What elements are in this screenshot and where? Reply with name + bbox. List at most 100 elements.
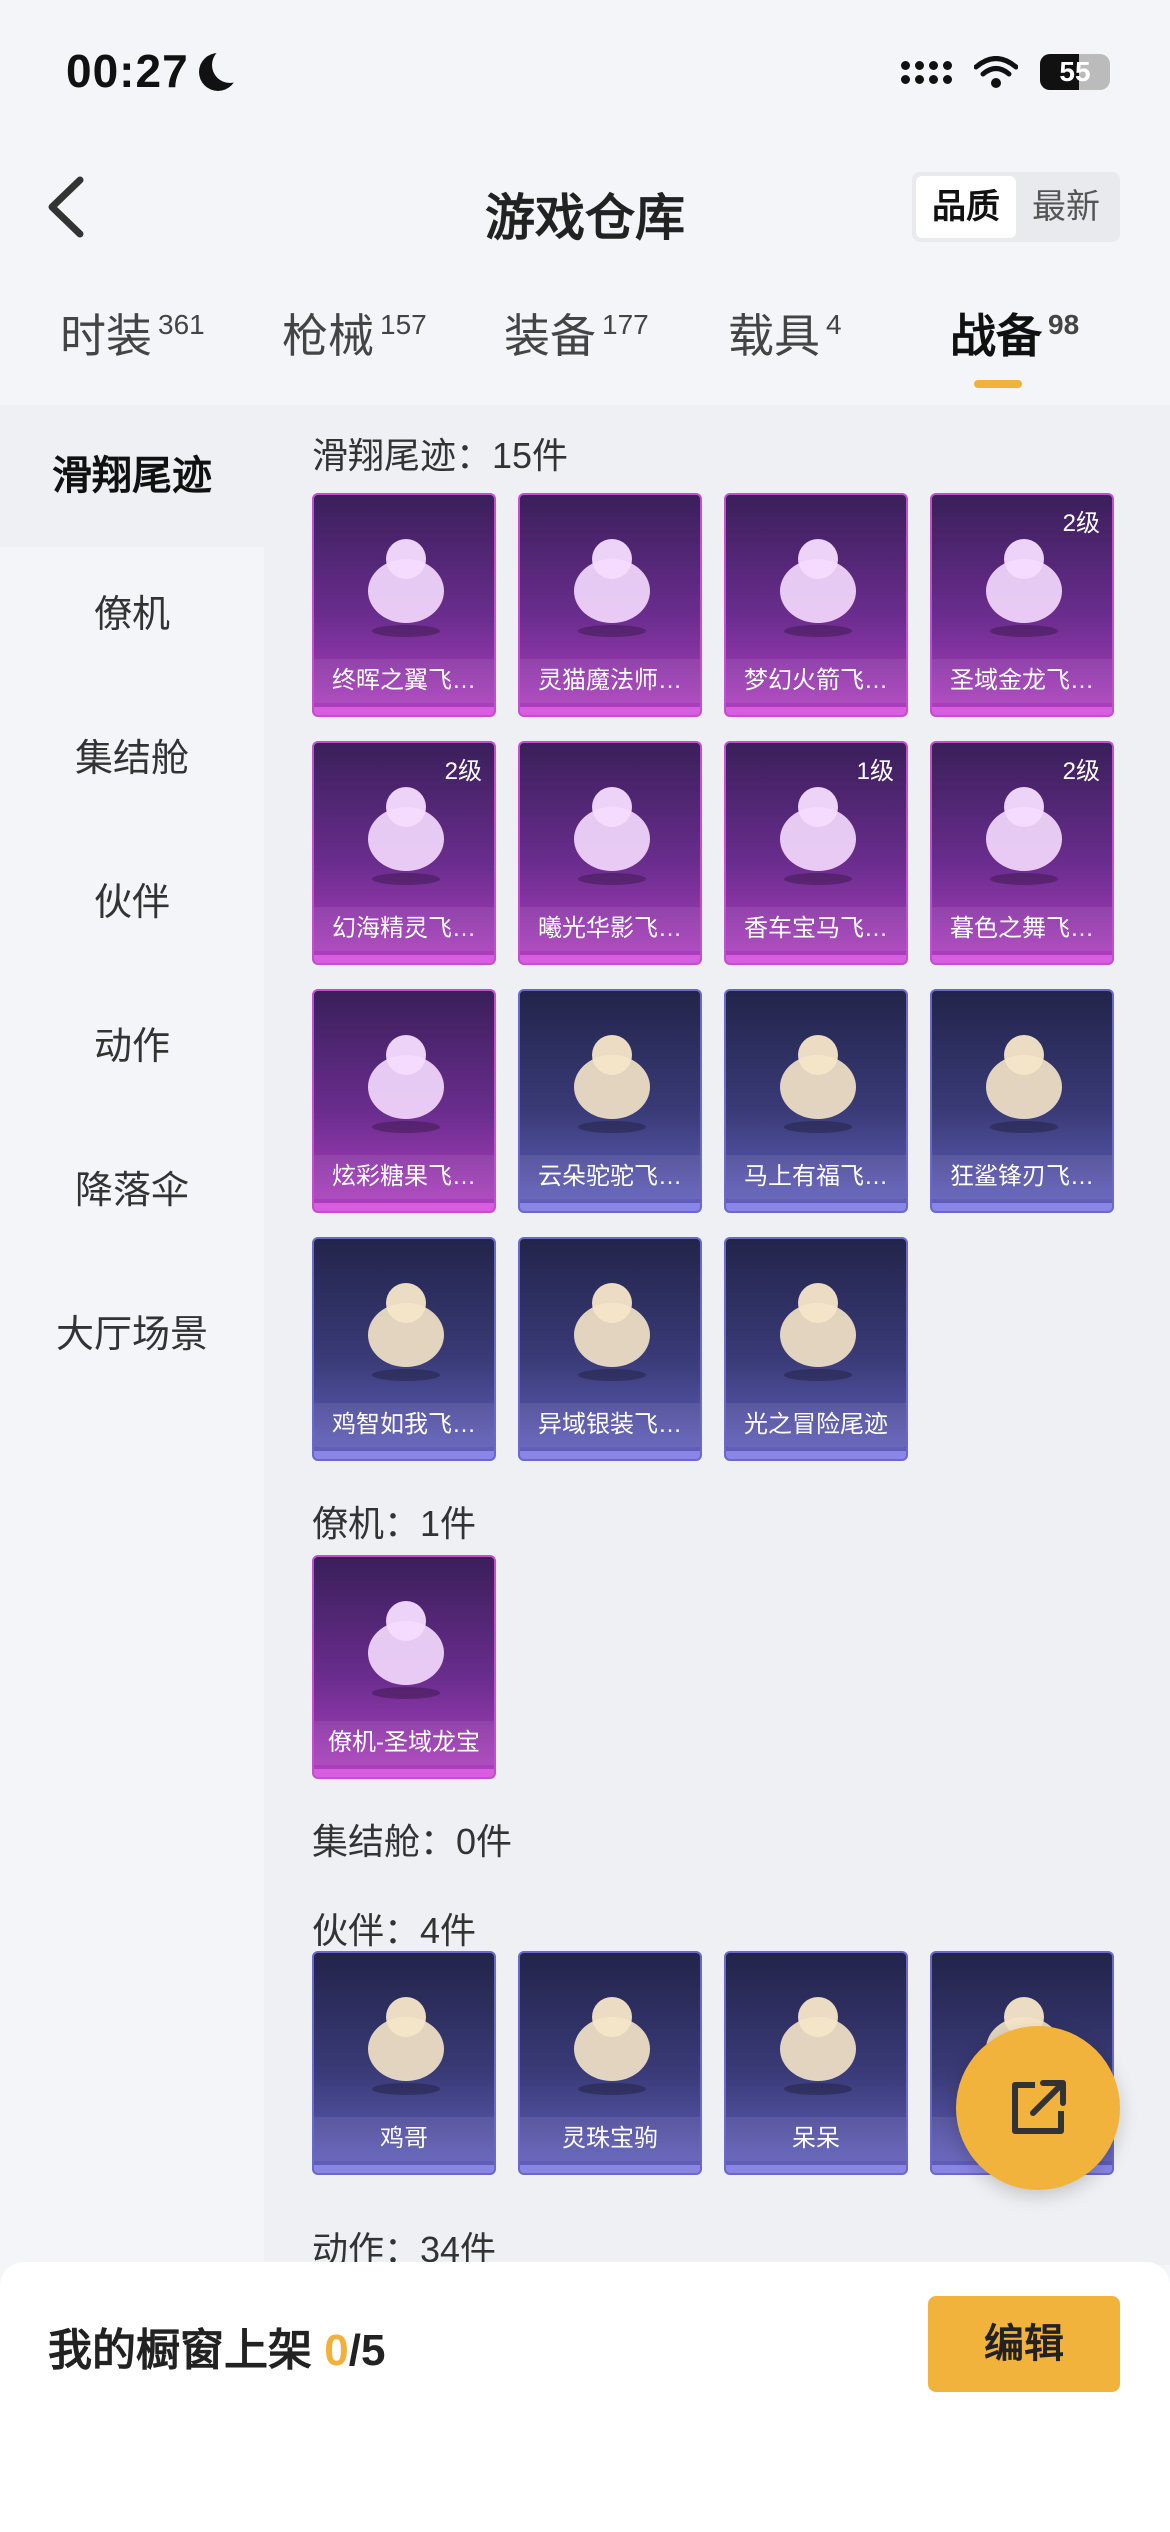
item-card[interactable]: 异域银装飞… <box>518 1237 702 1461</box>
inventory-grid: 滑翔尾迹：15件 僚机：1件 集结舱：0件 伙伴：4件 动作：34件 终晖之翼飞… <box>264 405 1170 2265</box>
item-card[interactable]: 灵猫魔法师… <box>518 493 702 717</box>
sidebar-item-lobby-scene[interactable]: 大厅场景 <box>0 1305 264 1365</box>
share-button[interactable] <box>956 2026 1120 2190</box>
item-card[interactable]: 2级 幻海精灵飞… <box>312 741 496 965</box>
tab-battle-prep[interactable]: 战备 98 <box>950 300 1079 366</box>
sort-newest-option[interactable]: 最新 <box>1016 176 1116 238</box>
item-name: 圣域金龙飞… <box>932 659 1112 703</box>
status-icons: 55 <box>901 54 1110 90</box>
item-card[interactable]: 光之冒险尾迹 <box>724 1237 908 1461</box>
bottom-bar: 我的橱窗上架 0/5 编辑 <box>0 2262 1170 2532</box>
category-tabs: 时装 361 枪械 157 装备 177 载具 4 战备 98 <box>0 300 1170 400</box>
rarity-bar <box>726 1451 906 1459</box>
sidebar-item-glide-trail[interactable]: 滑翔尾迹 <box>0 405 264 547</box>
sidebar-item-parachute[interactable]: 降落伞 <box>0 1161 264 1221</box>
tab-count: 4 <box>826 309 842 340</box>
rarity-bar <box>726 955 906 963</box>
flower-icon <box>574 787 650 885</box>
item-name: 僚机-圣域龙宝 <box>314 1721 494 1765</box>
item-name: 终晖之翼飞… <box>314 659 494 703</box>
status-time: 00:27 <box>66 44 248 98</box>
item-card[interactable]: 马上有福飞… <box>724 989 908 1213</box>
showcase-status: 我的橱窗上架 0/5 <box>48 2326 386 2375</box>
horse-icon <box>780 1035 856 1133</box>
sidebar: 滑翔尾迹 僚机 集结舱 伙伴 动作 降落伞 大厅场景 <box>0 405 264 2265</box>
item-card[interactable]: 鸡哥 <box>312 1951 496 2175</box>
rarity-bar <box>932 707 1112 715</box>
item-name: 马上有福飞… <box>726 1155 906 1199</box>
item-card[interactable]: 梦幻火箭飞… <box>724 493 908 717</box>
item-name: 云朵驼驼飞… <box>520 1155 700 1199</box>
item-level: 2级 <box>444 758 482 785</box>
jellyfish-icon <box>368 787 444 885</box>
dragon-icon <box>986 539 1062 637</box>
item-level: 1级 <box>856 758 894 785</box>
tab-count: 98 <box>1048 309 1080 340</box>
item-card[interactable]: 灵珠宝驹 <box>518 1951 702 2175</box>
item-card[interactable]: 炫彩糖果飞… <box>312 989 496 1213</box>
item-card[interactable]: 1级香车宝马飞… <box>724 741 908 965</box>
section-title-assembly-pod: 集结舱：0件 <box>312 1821 513 1862</box>
shelf-total: /5 <box>348 2326 386 2375</box>
rarity-bar <box>932 1203 1112 1211</box>
silver-wing-icon <box>574 1283 650 1381</box>
tab-fashion[interactable]: 时装 361 <box>60 300 205 366</box>
item-name: 暮色之舞飞… <box>932 907 1112 951</box>
candy-icon <box>368 1035 444 1133</box>
baby-dragon-icon <box>368 1601 444 1699</box>
section-title-companion: 伙伴：4件 <box>312 1910 477 1951</box>
item-card[interactable]: 2级 暮色之舞飞… <box>930 741 1114 965</box>
item-name: 曦光华影飞… <box>520 907 700 951</box>
signal-icon <box>901 60 952 84</box>
rarity-bar <box>314 1203 494 1211</box>
tab-guns[interactable]: 枪械 157 <box>282 300 427 366</box>
item-name: 异域银装飞… <box>520 1403 700 1447</box>
item-card[interactable]: 云朵驼驼飞… <box>518 989 702 1213</box>
sidebar-item-assembly-pod[interactable]: 集结舱 <box>0 729 264 789</box>
shelf-count: 0 <box>324 2326 349 2375</box>
tab-equipment[interactable]: 装备 177 <box>504 300 649 366</box>
edit-button[interactable]: 编辑 <box>928 2296 1120 2392</box>
battery-text: 55 <box>1059 56 1091 87</box>
item-name: 香车宝马飞… <box>726 907 906 951</box>
status-bar: 00:27 55 <box>0 0 1170 140</box>
item-card[interactable]: 终晖之翼飞… <box>312 493 496 717</box>
tab-count: 177 <box>602 309 649 340</box>
item-name: 梦幻火箭飞… <box>726 659 906 703</box>
rarity-bar <box>520 955 700 963</box>
item-level: 2级 <box>1062 510 1100 537</box>
sidebar-item-wingman[interactable]: 僚机 <box>0 585 264 645</box>
sort-toggle[interactable]: 品质 最新 <box>912 172 1120 242</box>
rarity-bar <box>314 1769 494 1777</box>
battery-icon: 55 <box>1040 54 1110 90</box>
item-card[interactable]: 僚机-圣域龙宝 <box>312 1555 496 1779</box>
item-card[interactable]: 曦光华影飞… <box>518 741 702 965</box>
item-name: 灵猫魔法师… <box>520 659 700 703</box>
moon-icon <box>198 47 248 91</box>
rarity-bar <box>314 1451 494 1459</box>
chicken-icon <box>368 1283 444 1381</box>
sidebar-item-companion[interactable]: 伙伴 <box>0 873 264 933</box>
item-name: 鸡哥 <box>314 2117 494 2161</box>
item-name: 狂鲨锋刃飞… <box>932 1155 1112 1199</box>
item-name: 灵珠宝驹 <box>520 2117 700 2161</box>
item-card[interactable]: 2级圣域金龙飞… <box>930 493 1114 717</box>
item-name: 炫彩糖果飞… <box>314 1155 494 1199</box>
rarity-bar <box>520 1203 700 1211</box>
section-title-emote: 动作：34件 <box>312 2229 497 2265</box>
active-tab-indicator <box>974 380 1022 388</box>
rarity-bar <box>314 2165 494 2173</box>
rarity-bar <box>520 2165 700 2173</box>
rarity-bar <box>314 955 494 963</box>
rarity-bar <box>726 2165 906 2173</box>
chick-icon <box>780 1997 856 2095</box>
tab-vehicles[interactable]: 载具 4 <box>728 300 842 366</box>
sidebar-item-emote[interactable]: 动作 <box>0 1017 264 1077</box>
item-name: 呆呆 <box>726 2117 906 2161</box>
item-card[interactable]: 狂鲨锋刃飞… <box>930 989 1114 1213</box>
smoke-trail-icon <box>780 1283 856 1381</box>
item-card[interactable]: 鸡智如我飞… <box>312 1237 496 1461</box>
item-card[interactable]: 呆呆 <box>724 1951 908 2175</box>
sort-quality-option[interactable]: 品质 <box>916 176 1016 238</box>
item-name: 光之冒险尾迹 <box>726 1403 906 1447</box>
